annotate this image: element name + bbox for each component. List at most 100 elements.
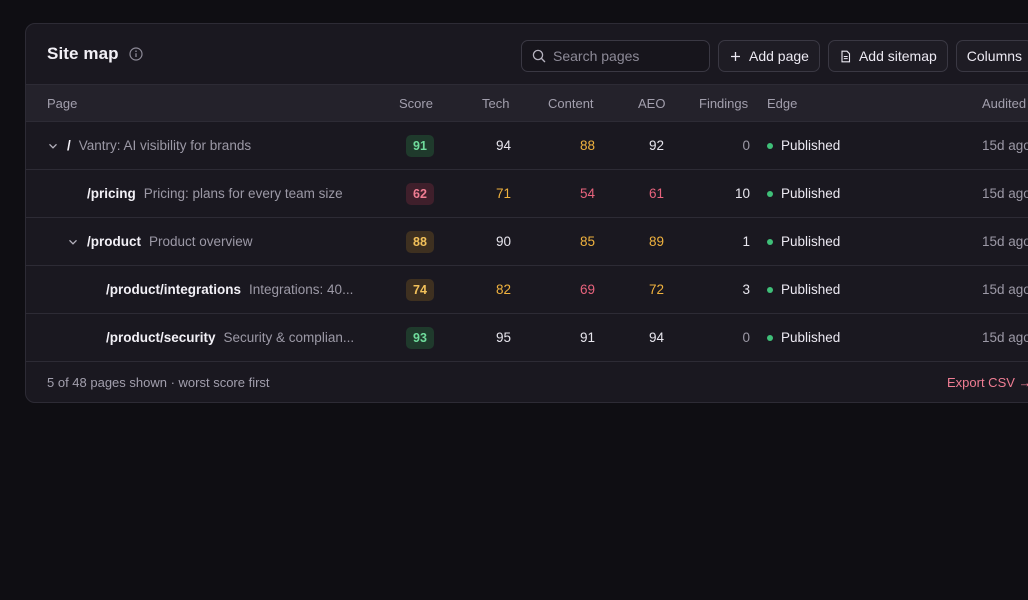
score-badge: 62	[406, 182, 434, 205]
tech-cell: 95	[495, 330, 511, 345]
page-title: Site map	[47, 44, 119, 63]
columns-button[interactable]: Columns	[955, 40, 1028, 72]
info-circle-icon[interactable]	[129, 47, 143, 61]
page-description: Product overview	[149, 234, 253, 249]
table-row[interactable]: / Vantry: AI visibility for brands 91 94…	[26, 122, 1028, 170]
page-description: Security & complian...	[223, 330, 355, 345]
pages-summary: 5 of 48 pages shown · worst score first	[47, 375, 270, 390]
column-header-edge[interactable]: Edge	[767, 96, 797, 111]
aeo-cell: 92	[648, 138, 664, 153]
add-page-label: Add page	[749, 48, 809, 64]
findings-cell: 0	[742, 138, 750, 153]
aeo-cell: 94	[648, 330, 664, 345]
document-icon	[839, 50, 852, 63]
page-description: Vantry: AI visibility for brands	[78, 138, 252, 153]
published-dot	[767, 334, 773, 341]
page-cell: /product/security Security & complian...	[106, 314, 354, 361]
page-cell: /product Product overview	[67, 218, 253, 265]
audited-cell: 15d ago	[982, 186, 1028, 201]
column-header-score[interactable]: Score	[399, 96, 433, 111]
published-dot	[767, 142, 773, 149]
column-header-content[interactable]: Content	[548, 96, 594, 111]
content-cell: 88	[579, 138, 595, 153]
edge-status: Published	[781, 138, 841, 153]
score-badge: 91	[406, 134, 434, 157]
table-header: Page Score Tech Content AEO Findings Edg…	[26, 84, 1028, 122]
published-dot	[767, 286, 773, 293]
column-header-page[interactable]: Page	[47, 96, 77, 111]
page-description: Pricing: plans for every team size	[143, 186, 343, 201]
aeo-cell: 61	[648, 186, 664, 201]
page-path[interactable]: /product/security	[106, 330, 216, 345]
plus-icon	[729, 50, 742, 63]
column-header-findings[interactable]: Findings	[699, 96, 748, 111]
content-cell: 69	[579, 282, 595, 297]
column-header-aeo[interactable]: AEO	[638, 96, 665, 111]
page-path[interactable]: /product	[87, 234, 141, 249]
content-cell: 54	[579, 186, 595, 201]
content-cell: 91	[579, 330, 595, 345]
search-icon	[532, 49, 546, 63]
table-row[interactable]: /product/integrations Integrations: 40..…	[26, 266, 1028, 314]
page-cell: /product/integrations Integrations: 40..…	[106, 266, 353, 313]
page-cell: / Vantry: AI visibility for brands	[47, 122, 251, 169]
edge-cell: Published	[767, 122, 840, 169]
page-path[interactable]: /product/integrations	[106, 282, 241, 297]
edge-cell: Published	[767, 314, 840, 361]
findings-cell: 10	[734, 186, 750, 201]
edge-status: Published	[781, 330, 841, 345]
add-sitemap-label: Add sitemap	[858, 48, 937, 64]
audited-cell: 15d ago	[982, 138, 1028, 153]
tech-cell: 94	[495, 138, 511, 153]
add-sitemap-button[interactable]: Add sitemap	[827, 40, 948, 72]
tech-cell: 82	[495, 282, 511, 297]
score-badge: 88	[406, 230, 434, 253]
toolbar: Add page Add sitemap Columns	[521, 40, 1028, 72]
export-csv-link[interactable]: Export CSV →	[947, 375, 1028, 390]
audited-cell: 15d ago	[982, 234, 1028, 249]
edge-status: Published	[781, 234, 841, 249]
page-description: Integrations: 40...	[249, 282, 354, 297]
tech-cell: 71	[495, 186, 511, 201]
table-row[interactable]: /pricing Pricing: plans for every team s…	[26, 170, 1028, 218]
chevron-down-icon[interactable]	[47, 140, 59, 152]
aeo-cell: 89	[648, 234, 664, 249]
score-cell: 62	[406, 170, 434, 217]
page-cell: /pricing Pricing: plans for every team s…	[87, 170, 343, 217]
score-cell: 91	[406, 122, 434, 169]
published-dot	[767, 238, 773, 245]
search-input[interactable]	[553, 48, 693, 64]
score-badge: 93	[406, 326, 434, 349]
table-row[interactable]: /product/security Security & complian...…	[26, 314, 1028, 362]
site-map-card: Site map Add page Ad	[25, 23, 1028, 403]
page-path[interactable]: /pricing	[87, 186, 136, 201]
columns-label: Columns	[966, 48, 1023, 64]
score-badge: 74	[406, 278, 434, 301]
column-header-tech[interactable]: Tech	[482, 96, 509, 111]
tech-cell: 90	[495, 234, 511, 249]
card-header: Site map Add page Ad	[26, 24, 1028, 84]
add-page-button[interactable]: Add page	[718, 40, 820, 72]
score-cell: 74	[406, 266, 434, 313]
audited-cell: 15d ago	[982, 282, 1028, 297]
score-cell: 93	[406, 314, 434, 361]
aeo-cell: 72	[648, 282, 664, 297]
published-dot	[767, 190, 773, 197]
edge-status: Published	[781, 186, 841, 201]
page-path[interactable]: /	[67, 138, 71, 153]
edge-cell: Published	[767, 266, 840, 313]
table-footer: 5 of 48 pages shown · worst score first …	[26, 362, 1028, 402]
findings-cell: 3	[742, 282, 750, 297]
search-box[interactable]	[521, 40, 710, 72]
chevron-down-icon[interactable]	[67, 236, 79, 248]
column-header-audited[interactable]: Audited	[982, 96, 1026, 111]
table-row[interactable]: /product Product overview 88 90 85 89 1 …	[26, 218, 1028, 266]
title-group: Site map	[47, 24, 143, 84]
score-cell: 88	[406, 218, 434, 265]
edge-cell: Published	[767, 218, 840, 265]
edge-cell: Published	[767, 170, 840, 217]
findings-cell: 0	[742, 330, 750, 345]
audited-cell: 15d ago	[982, 330, 1028, 345]
findings-cell: 1	[742, 234, 750, 249]
content-cell: 85	[579, 234, 595, 249]
